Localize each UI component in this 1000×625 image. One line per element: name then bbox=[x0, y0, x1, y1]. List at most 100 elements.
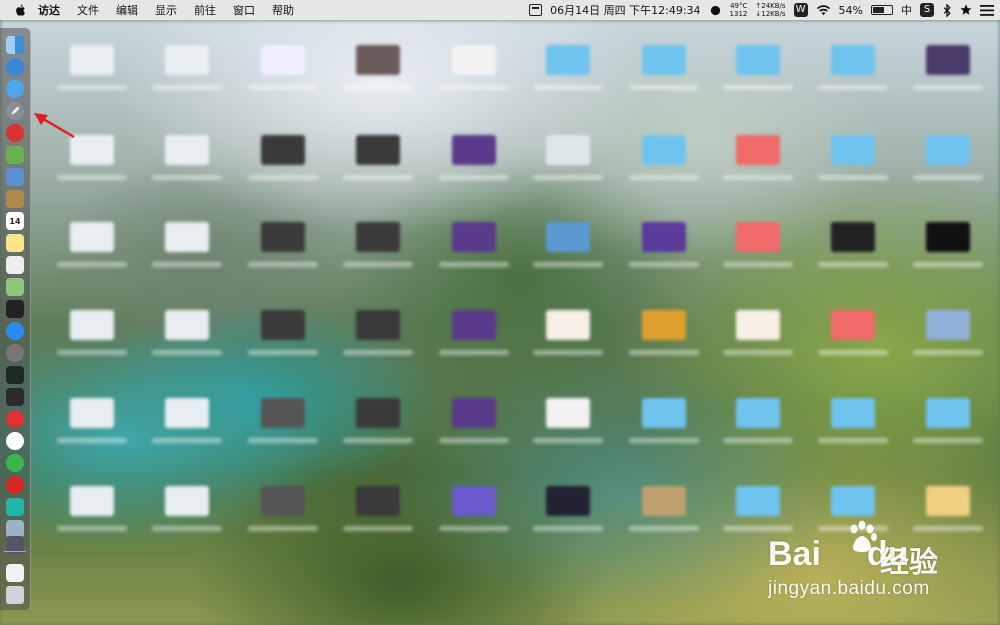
bluetooth-icon[interactable] bbox=[942, 3, 952, 17]
document-icon[interactable] bbox=[6, 564, 24, 582]
menu-window[interactable]: 窗口 bbox=[233, 2, 255, 18]
desktop-file-icon[interactable] bbox=[736, 45, 780, 75]
desktop-file-icon[interactable] bbox=[736, 398, 780, 428]
desktop-file-icon[interactable] bbox=[926, 45, 970, 75]
battery-percent[interactable]: 54% bbox=[839, 4, 863, 17]
menu-view[interactable]: 显示 bbox=[155, 2, 177, 18]
desktop-file-icon[interactable] bbox=[356, 222, 400, 252]
desktop-file-icon[interactable] bbox=[642, 486, 686, 516]
desktop-file-icon[interactable] bbox=[261, 486, 305, 516]
desktop-file-icon[interactable] bbox=[831, 222, 875, 252]
desktop-file-icon[interactable] bbox=[546, 45, 590, 75]
desktop-file-icon[interactable] bbox=[546, 486, 590, 516]
desktop-file-icon[interactable] bbox=[546, 310, 590, 340]
vpn-icon[interactable]: W bbox=[793, 3, 808, 17]
netease-music-icon[interactable] bbox=[6, 476, 24, 494]
desktop-file-icon[interactable] bbox=[261, 222, 305, 252]
terminal-green-icon[interactable] bbox=[6, 300, 24, 318]
desktop-file-icon[interactable] bbox=[165, 398, 209, 428]
safari-compass-icon[interactable] bbox=[6, 80, 24, 98]
activity-monitor-icon[interactable] bbox=[6, 366, 24, 384]
desktop-file-icon[interactable] bbox=[261, 398, 305, 428]
preview-icon[interactable] bbox=[6, 168, 24, 186]
terminal-icon[interactable] bbox=[6, 388, 24, 406]
apple-icon[interactable] bbox=[14, 3, 28, 17]
safari-icon[interactable] bbox=[6, 58, 24, 76]
notes-icon[interactable] bbox=[6, 234, 24, 252]
desktop-file-icon[interactable] bbox=[546, 135, 590, 165]
desktop-file-icon[interactable] bbox=[452, 398, 496, 428]
desktop-file-icon[interactable] bbox=[926, 135, 970, 165]
trash-icon[interactable] bbox=[6, 586, 24, 604]
desktop-file-icon[interactable] bbox=[736, 310, 780, 340]
desktop-file-icon[interactable] bbox=[356, 310, 400, 340]
desktop-file-icon[interactable] bbox=[831, 486, 875, 516]
desktop-file-icon[interactable] bbox=[926, 222, 970, 252]
menu-help[interactable]: 帮助 bbox=[272, 2, 294, 18]
vivaldi-icon[interactable] bbox=[6, 410, 24, 428]
desktop-file-icon[interactable] bbox=[165, 222, 209, 252]
yandex-icon[interactable] bbox=[6, 432, 24, 450]
desktop-file-icon[interactable] bbox=[831, 45, 875, 75]
desktop-file-icon[interactable] bbox=[831, 398, 875, 428]
calendar-status-icon[interactable] bbox=[529, 4, 543, 16]
menu-file[interactable]: 文件 bbox=[77, 2, 99, 18]
sensor-readout[interactable]: 49°C 1312 bbox=[730, 2, 748, 18]
desktop-file-icon[interactable] bbox=[261, 310, 305, 340]
sogou-icon[interactable]: S bbox=[920, 3, 934, 17]
desktop-file-icon[interactable] bbox=[452, 135, 496, 165]
desktop-file-icon[interactable] bbox=[642, 135, 686, 165]
clock[interactable]: 06月14日 周四 下午12:49:34 bbox=[550, 2, 700, 18]
desktop-file-icon[interactable] bbox=[642, 45, 686, 75]
desktop-file-icon[interactable] bbox=[452, 222, 496, 252]
desktop-file-icon[interactable] bbox=[736, 135, 780, 165]
desktop-file-icon[interactable] bbox=[452, 486, 496, 516]
textedit-icon[interactable] bbox=[6, 256, 24, 274]
menu-edit[interactable]: 编辑 bbox=[116, 2, 138, 18]
desktop-file-icon[interactable] bbox=[356, 486, 400, 516]
desktop-file-icon[interactable] bbox=[165, 135, 209, 165]
desktop-file-icon[interactable] bbox=[165, 45, 209, 75]
desktop-file-icon[interactable] bbox=[926, 398, 970, 428]
desktop-file-icon[interactable] bbox=[831, 135, 875, 165]
app-red-icon[interactable] bbox=[6, 124, 24, 142]
desktop-file-icon[interactable] bbox=[70, 310, 114, 340]
app-store-icon[interactable] bbox=[6, 322, 24, 340]
desktop-file-icon[interactable] bbox=[546, 222, 590, 252]
desktop-file-icon[interactable] bbox=[261, 135, 305, 165]
desktop-file-icon[interactable] bbox=[70, 486, 114, 516]
launchpad-rocket-icon[interactable] bbox=[6, 102, 24, 120]
notification-center-icon[interactable] bbox=[980, 4, 994, 16]
desktop-file-icon[interactable] bbox=[546, 398, 590, 428]
star-icon[interactable] bbox=[960, 4, 972, 16]
calendar-icon[interactable]: 14 bbox=[6, 212, 24, 230]
input-method[interactable]: 中 bbox=[901, 2, 912, 18]
apple-status-icon[interactable] bbox=[709, 4, 722, 17]
desktop-file-icon[interactable] bbox=[736, 486, 780, 516]
desktop-file-icon[interactable] bbox=[926, 486, 970, 516]
desktop-file-icon[interactable] bbox=[70, 45, 114, 75]
desktop-file-icon[interactable] bbox=[70, 222, 114, 252]
desktop-file-icon[interactable] bbox=[261, 45, 305, 75]
desktop-file-icon[interactable] bbox=[452, 45, 496, 75]
maps-icon[interactable] bbox=[6, 278, 24, 296]
menu-finder[interactable]: 访达 bbox=[38, 2, 60, 18]
desktop-file-icon[interactable] bbox=[356, 45, 400, 75]
network-speed[interactable]: ↑24KB/s ↓12KB/s bbox=[755, 2, 785, 18]
desktop-file-icon[interactable] bbox=[831, 310, 875, 340]
desktop-file-icon[interactable] bbox=[642, 222, 686, 252]
teal-app-icon[interactable] bbox=[6, 498, 24, 516]
wechat-icon[interactable] bbox=[6, 454, 24, 472]
desktop-file-icon[interactable] bbox=[642, 310, 686, 340]
desktop-file-icon[interactable] bbox=[736, 222, 780, 252]
desktop-file-icon[interactable] bbox=[70, 398, 114, 428]
desktop-file-icon[interactable] bbox=[452, 310, 496, 340]
finder-icon[interactable] bbox=[6, 36, 24, 54]
notes-brown-icon[interactable] bbox=[6, 190, 24, 208]
system-preferences-icon[interactable] bbox=[6, 344, 24, 362]
desktop-file-icon[interactable] bbox=[356, 135, 400, 165]
wifi-icon[interactable] bbox=[816, 4, 831, 16]
android-icon[interactable] bbox=[6, 146, 24, 164]
desktop-file-icon[interactable] bbox=[926, 310, 970, 340]
battery-icon[interactable] bbox=[871, 5, 893, 15]
